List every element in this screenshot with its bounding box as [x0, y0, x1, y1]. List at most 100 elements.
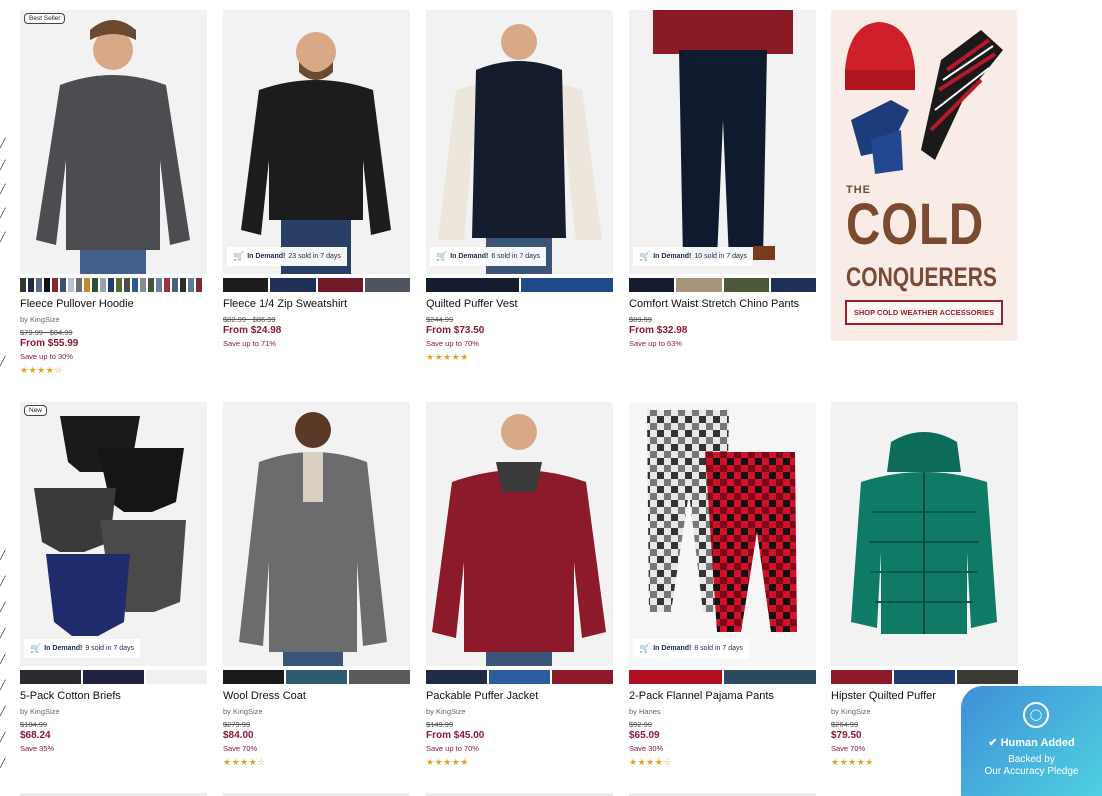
product-name[interactable]: Wool Dress Coat — [223, 690, 410, 704]
product-name[interactable]: 2-Pack Flannel Pajama Pants — [629, 690, 816, 704]
best-seller-badge: Best Seller — [24, 13, 66, 24]
color-swatches[interactable] — [426, 670, 613, 684]
product-name[interactable]: 5-Pack Cotton Briefs — [20, 690, 207, 704]
shop-accessories-button[interactable]: SHOP COLD WEATHER ACCESSORIES — [845, 300, 1003, 325]
in-demand-badge: 🛒 In Demand! 9 sold in 7 days — [24, 639, 140, 658]
briefs-image — [20, 402, 207, 666]
cart-icon: 🛒 — [30, 643, 42, 653]
color-swatches[interactable] — [20, 670, 207, 684]
product-image[interactable]: Best Seller — [20, 10, 207, 274]
product-brand: by KingSize — [20, 315, 60, 324]
product-image[interactable] — [223, 402, 410, 666]
original-price: $89.99 — [629, 315, 652, 324]
product-image[interactable]: 🛒 In Demand! 10 sold in 7 days — [629, 10, 816, 274]
product-name[interactable]: Fleece 1/4 Zip Sweatshirt — [223, 298, 410, 312]
savings-text: Save up to 71% — [223, 339, 276, 348]
product-name[interactable]: Comfort Waist Stretch Chino Pants — [629, 298, 816, 312]
accuracy-pledge-widget[interactable]: ◯ ✔ Human Added Backed by Our Accuracy P… — [961, 686, 1102, 796]
product-card[interactable]: New 🛒 In Demand! 9 sold in 7 days 5-Pack C… — [20, 402, 207, 753]
sale-price: $84.00 — [223, 730, 254, 741]
rating-stars: ★★★★★ — [426, 352, 469, 362]
in-demand-badge: 🛒 In Demand! 8 sold in 7 days — [633, 639, 749, 658]
new-badge: New — [24, 405, 48, 416]
original-price: $244.99 — [426, 315, 454, 324]
color-swatches[interactable] — [426, 278, 613, 292]
original-price: $279.99 — [223, 720, 251, 729]
product-card[interactable]: Packable Puffer Jacket by KingSize $149.… — [426, 402, 613, 768]
savings-text: Save 35% — [20, 744, 55, 753]
pledge-title: ✔ Human Added — [988, 737, 1075, 749]
product-name[interactable]: Quilted Puffer Vest — [426, 298, 613, 312]
edge-mark — [0, 234, 4, 240]
savings-text: Save 70% — [223, 744, 258, 753]
color-swatches[interactable] — [629, 670, 816, 684]
product-image[interactable]: New 🛒 In Demand! 9 sold in 7 days — [20, 402, 207, 666]
original-price: $82.99 - $86.99 — [223, 315, 276, 324]
product-brand: by KingSize — [20, 707, 60, 716]
edge-mark — [0, 186, 4, 192]
quilted-puffer-image — [831, 402, 1018, 666]
sale-price: From $73.50 — [426, 325, 485, 336]
product-image[interactable]: 🛒 In Demand! 6 sold in 7 days — [426, 10, 613, 274]
savings-text: Save 30% — [629, 744, 664, 753]
product-card[interactable]: Wool Dress Coat by KingSize $279.99 $84.… — [223, 402, 410, 768]
original-price: $104.99 — [20, 720, 48, 729]
original-price: $92.99 — [629, 720, 652, 729]
puffer-jacket-image — [426, 402, 613, 666]
rating-stars: ★★★★★ — [426, 757, 469, 767]
chat-icon: ◯ — [1023, 702, 1049, 728]
in-demand-badge: 🛒 In Demand! 23 sold in 7 days — [227, 247, 347, 266]
product-card[interactable]: 🛒 In Demand! 23 sold in 7 days Fleece 1/4 … — [223, 10, 410, 348]
in-demand-badge: 🛒 In Demand! 10 sold in 7 days — [633, 247, 753, 266]
product-card[interactable]: 🛒 In Demand! 8 sold in 7 days 2-Pack Flann… — [629, 402, 816, 768]
savings-text: Save up to 63% — [629, 339, 682, 348]
product-image[interactable]: 🛒 In Demand! 8 sold in 7 days — [629, 402, 816, 666]
product-card[interactable]: Best Seller Fleece Pullover Hoodie by Ki… — [20, 10, 207, 376]
rating-stars: ★★★★☆ — [629, 757, 672, 767]
edge-mark — [0, 708, 4, 714]
check-circle-icon: ✔ — [988, 737, 998, 749]
edge-mark — [0, 162, 4, 168]
product-image[interactable] — [831, 402, 1018, 666]
promo-headline: COLD — [846, 192, 985, 257]
pledge-line1: Backed by — [1008, 754, 1055, 765]
edge-mark — [0, 656, 4, 662]
edge-mark — [0, 604, 4, 610]
product-image[interactable] — [426, 402, 613, 666]
sale-price: From $24.98 — [223, 325, 282, 336]
rating-stars: ★★★★☆ — [223, 757, 266, 767]
coat-image — [223, 402, 410, 666]
edge-mark — [0, 578, 4, 584]
edge-mark — [0, 682, 4, 688]
edge-mark — [0, 630, 4, 636]
product-name[interactable]: Packable Puffer Jacket — [426, 690, 613, 704]
product-card[interactable]: 🛒 In Demand! 6 sold in 7 days Quilted Puff… — [426, 10, 613, 363]
savings-text: Save up to 30% — [20, 352, 73, 361]
color-swatches[interactable] — [223, 670, 410, 684]
sweatshirt-image — [223, 10, 410, 274]
sale-price: From $55.99 — [20, 338, 79, 349]
edge-mark — [0, 210, 4, 216]
color-swatches[interactable] — [223, 278, 410, 292]
product-brand: by KingSize — [223, 707, 263, 716]
rating-stars: ★★★★☆ — [20, 365, 63, 375]
savings-text: Save up to 70% — [426, 339, 479, 348]
in-demand-badge: 🛒 In Demand! 6 sold in 7 days — [430, 247, 546, 266]
color-swatches[interactable] — [20, 278, 207, 292]
product-name[interactable]: Fleece Pullover Hoodie — [20, 298, 207, 312]
product-image[interactable]: 🛒 In Demand! 23 sold in 7 days — [223, 10, 410, 274]
pajama-pants-image — [629, 402, 816, 666]
cart-icon: 🛒 — [233, 251, 245, 261]
hoodie-image — [20, 10, 207, 274]
edge-mark — [0, 760, 4, 766]
cold-conquerers-promo[interactable]: THE COLD CONQUERERS SHOP COLD WEATHER AC… — [831, 10, 1017, 341]
color-swatches[interactable] — [831, 670, 1018, 684]
savings-text: Save up to 70% — [426, 744, 479, 753]
sale-price: From $45.00 — [426, 730, 485, 741]
product-card[interactable]: 🛒 In Demand! 10 sold in 7 days Comfort Wai… — [629, 10, 816, 348]
sale-price: $65.09 — [629, 730, 660, 741]
promo-subheadline: CONQUERERS — [846, 262, 997, 292]
edge-mark — [0, 358, 4, 364]
color-swatches[interactable] — [629, 278, 816, 292]
cart-icon: 🛒 — [639, 643, 651, 653]
